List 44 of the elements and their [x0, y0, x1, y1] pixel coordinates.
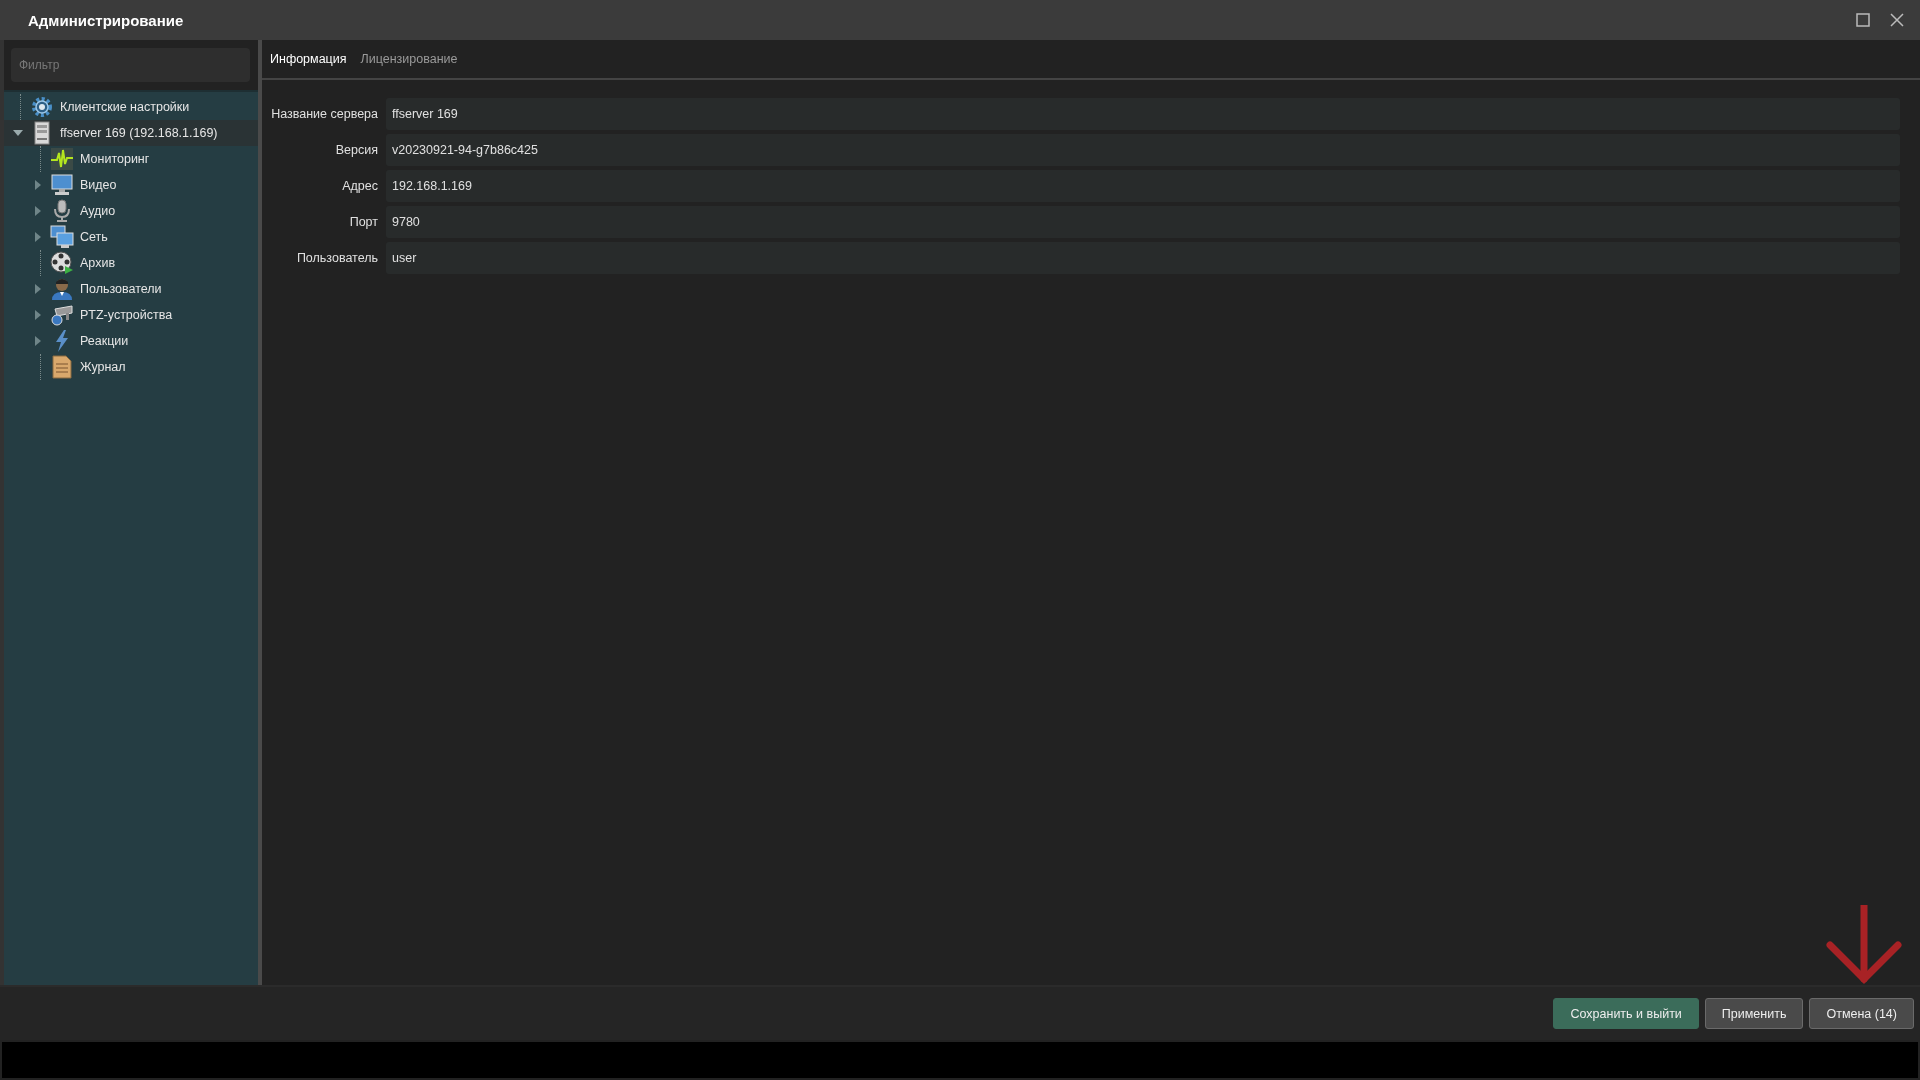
tree-item[interactable]: Архив — [4, 250, 258, 276]
collapse-arrow-icon[interactable] — [13, 130, 23, 136]
document-icon — [50, 355, 74, 379]
person-icon — [50, 277, 74, 301]
camera-icon — [50, 303, 74, 327]
tab[interactable]: Информация — [270, 52, 347, 66]
tab[interactable]: Лицензирование — [360, 52, 458, 66]
expand-arrow-icon[interactable] — [35, 206, 41, 216]
tree-item[interactable]: Пользователи — [4, 276, 258, 302]
tree-item[interactable]: Мониторинг — [4, 146, 258, 172]
expand-arrow-icon[interactable] — [35, 310, 41, 320]
tree-item[interactable]: ffserver 169 (192.168.1.169) — [4, 120, 258, 146]
field-label: Пользователь — [295, 251, 378, 265]
tree-item[interactable]: PTZ-устройства — [4, 302, 258, 328]
field-label: Адрес — [341, 179, 378, 193]
pulse-icon — [50, 147, 74, 171]
tree-item[interactable]: Сеть — [4, 224, 258, 250]
filter-field[interactable]: Фильтр — [11, 48, 250, 82]
text-field[interactable]: 9780 — [386, 206, 1900, 238]
gear-icon — [30, 95, 54, 119]
field-label: Порт — [348, 215, 378, 229]
field-label: Версия — [334, 143, 378, 157]
expand-arrow-icon[interactable] — [35, 336, 41, 346]
save-and-exit-button[interactable]: Сохранить и выйти — [1553, 998, 1699, 1029]
expand-arrow-icon[interactable] — [35, 232, 41, 242]
tree-item[interactable]: Журнал — [4, 354, 258, 380]
film-reel-icon — [50, 251, 74, 275]
tree-item[interactable]: Видео — [4, 172, 258, 198]
maximize-icon[interactable] — [1856, 13, 1870, 27]
computers-icon — [50, 225, 74, 249]
text-field[interactable]: ffserver 169 — [386, 98, 1900, 130]
text-field[interactable]: v20230921-94-g7b86c425 — [386, 134, 1900, 166]
text-field[interactable]: user — [386, 242, 1900, 274]
close-icon[interactable] — [1890, 13, 1904, 27]
monitor-icon — [50, 173, 74, 197]
window-title: Администрирование — [28, 11, 185, 29]
field-label: Название сервера — [270, 107, 378, 121]
expand-arrow-icon[interactable] — [35, 180, 41, 190]
tree-item[interactable]: Аудио — [4, 198, 258, 224]
tree-item[interactable]: Реакции — [4, 328, 258, 354]
button[interactable]: Применить — [1704, 998, 1804, 1029]
text-field[interactable]: 192.168.1.169 — [386, 170, 1900, 202]
button[interactable]: Отмена (14) — [1809, 998, 1914, 1029]
expand-arrow-icon[interactable] — [35, 284, 41, 294]
